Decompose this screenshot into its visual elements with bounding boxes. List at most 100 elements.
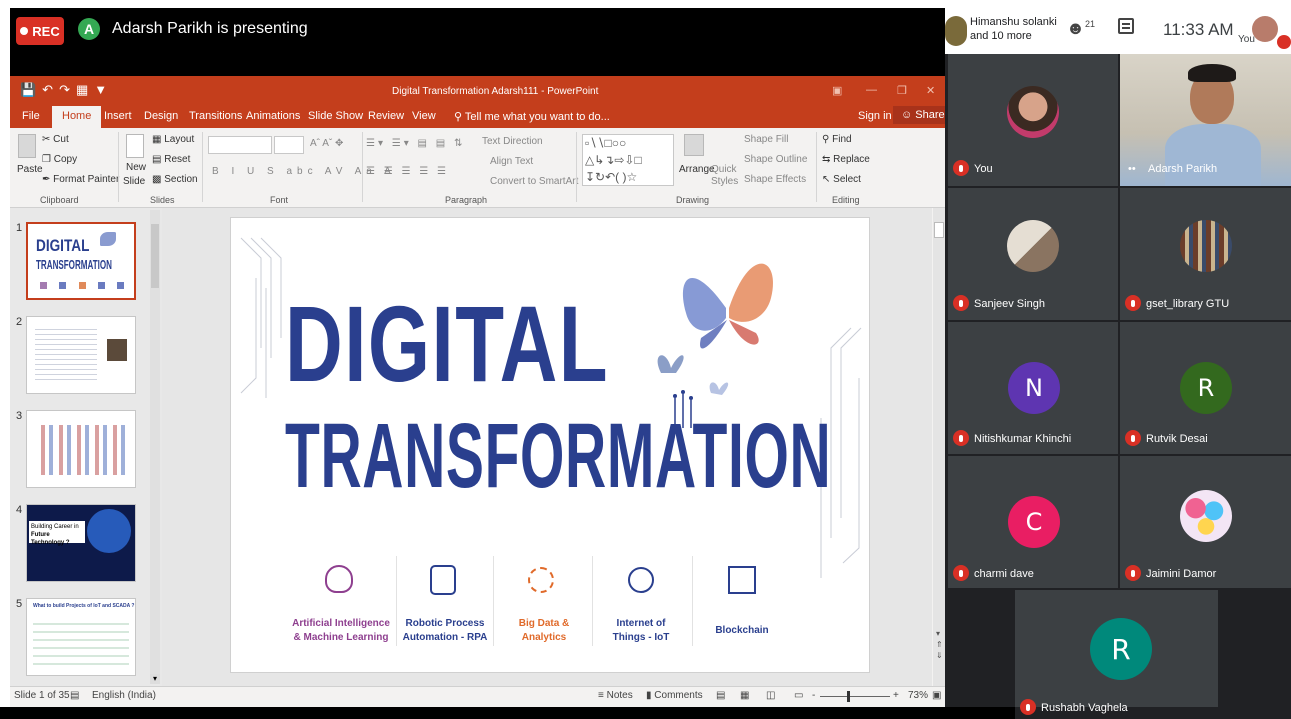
new-slide-label-2[interactable]: Slide [123,176,145,187]
layout-button[interactable]: ▦ Layout [152,134,194,145]
avatar: R [1090,618,1152,680]
language-label[interactable]: English (India) [92,690,156,701]
tab-animations[interactable]: Animations [246,110,300,122]
slide-thumbnail-5[interactable]: What to build Projects of IoT and SCADA … [26,598,136,676]
tell-me-box[interactable]: ⚲ Tell me what you want to do... [454,110,610,123]
close-icon[interactable]: ✕ [926,84,935,97]
slide-thumbnail-1[interactable]: DIGITAL TRANSFORMATION [26,222,136,300]
align-buttons[interactable]: ☰ ☰ ☰ ☰ ☰ [366,166,449,177]
minimize-icon[interactable]: — [866,84,877,96]
find-button[interactable]: ⚲ Find [822,134,852,145]
tab-view[interactable]: View [412,110,436,122]
mic-off-icon [1277,35,1291,49]
mic-off-icon [1125,430,1141,446]
self-avatar[interactable] [1252,16,1278,42]
fit-slide-icon[interactable]: ▣ [932,690,941,701]
slide-scroll-thumb[interactable] [934,222,944,238]
convert-smartart-button[interactable]: Convert to SmartArt [490,176,578,187]
font-size-select[interactable] [274,136,304,154]
new-slide-icon[interactable] [126,134,144,158]
recording-badge[interactable]: REC [16,17,64,45]
tab-insert[interactable]: Insert [104,110,132,122]
mic-off-icon [1125,295,1141,311]
zoom-out-button[interactable]: - [812,690,815,701]
align-text-button[interactable]: Align Text [490,156,533,167]
replace-label: Replace [833,154,870,165]
participant-name: Rushabh Vaghela [1041,702,1128,714]
new-slide-label-1[interactable]: New [126,162,146,173]
sign-in-link[interactable]: Sign in [858,110,892,122]
normal-view-icon[interactable]: ▤ [716,690,725,701]
thumb-content [33,617,129,667]
zoom-slider[interactable] [820,696,890,697]
avatar: N [1008,362,1060,414]
cut-button[interactable]: ✂ Cut [42,134,69,145]
slideshow-icon[interactable]: ▭ [794,690,803,701]
font-size-buttons[interactable]: Aˆ Aˇ ✥ [310,138,343,149]
cursor-icon: ↖ [822,174,831,185]
shapes-gallery[interactable]: ▫∖∖□○○ △↳↴⇨⇩□ ↧↻↶( )☆ [582,134,674,186]
arrange-label[interactable]: Arrange [679,164,715,175]
shape-fill-button[interactable]: Shape Fill [744,134,788,145]
quick-access-toolbar[interactable]: 💾↶↷▦▼ [20,82,113,98]
select-button[interactable]: ↖ Select [822,174,861,185]
scroll-down-arrow[interactable]: ▾ [150,674,160,684]
spellcheck-icon[interactable]: ▤ [70,690,79,701]
paste-icon[interactable] [18,134,36,158]
ribbon-divider [576,132,577,202]
blockchain-icon [728,566,756,594]
zoom-slider-thumb[interactable] [847,691,850,702]
quick-styles-label-2[interactable]: Styles [711,176,738,187]
slide-thumbnail-4[interactable]: Building Career in Future Technology ? [26,504,136,582]
tab-design[interactable]: Design [144,110,178,122]
rec-label: REC [32,23,60,39]
zoom-level[interactable]: 73% [908,690,928,701]
share-button[interactable]: ☺ Share [893,106,953,124]
slide-scrollbar[interactable] [933,208,945,686]
small-butterfly-icon [657,355,684,373]
tab-transitions[interactable]: Transitions [189,110,242,122]
presenter-hair [1188,64,1236,82]
copy-button[interactable]: ❐ Copy [42,154,77,165]
slide-sorter-icon[interactable]: ▦ [740,690,749,701]
arrange-icon[interactable] [684,134,704,156]
quick-styles-label-1[interactable]: Quick [711,164,737,175]
comments-button[interactable]: ▮ Comments [646,690,703,701]
participants-summary[interactable]: Himanshu solanki and 10 more [970,15,1057,43]
thumb-textbox: Building Career in Future Technology ? [29,521,85,546]
format-painter-button[interactable]: ✒ Format Painter [42,174,119,185]
font-family-select[interactable] [208,136,272,154]
people-button[interactable]: ☻21 [1066,18,1095,39]
maximize-icon[interactable]: ❐ [897,84,907,97]
reading-view-icon[interactable]: ◫ [766,690,775,701]
thumb4-line-1: Building Career in [31,524,79,530]
tab-home[interactable]: Home [52,106,102,128]
feature-label: Blockchain [715,625,769,636]
slide-thumbnail-2[interactable] [26,316,136,394]
replace-button[interactable]: ⇆ Replace [822,154,870,165]
ribbon-display-icon[interactable]: ▣ [832,84,842,97]
tab-slide-show[interactable]: Slide Show [308,110,363,122]
list-buttons[interactable]: ☰▾ ☰▾ ▤ ▤ ⇅ [366,138,465,149]
thumb-logos [35,425,127,475]
text-direction-button[interactable]: Text Direction [482,136,543,147]
audio-icon: •• [1128,163,1136,175]
feature-blockchain: Blockchain [682,624,802,638]
shape-outline-button[interactable]: Shape Outline [744,154,807,165]
editing-group-label: Editing [832,195,860,205]
paste-label[interactable]: Paste [17,164,43,175]
thumbnails-scroll-thumb[interactable] [151,224,159,288]
tab-review[interactable]: Review [368,110,404,122]
chat-icon[interactable] [1118,18,1134,34]
bottom-border [0,707,1015,719]
section-button[interactable]: ▩ Section [152,174,198,185]
slide-thumbnail-3[interactable] [26,410,136,488]
slide-nav-arrows[interactable]: ▾ ⇑ ⇓ [936,628,943,661]
mic-off-icon [953,295,969,311]
zoom-in-button[interactable]: + [893,690,899,701]
notes-button[interactable]: ≡ Notes [598,690,633,701]
shape-effects-button[interactable]: Shape Effects [744,174,806,185]
reset-button[interactable]: ▤ Reset [152,154,190,165]
tab-file[interactable]: File [22,110,40,122]
feature-label: & Machine Learning [293,632,389,643]
